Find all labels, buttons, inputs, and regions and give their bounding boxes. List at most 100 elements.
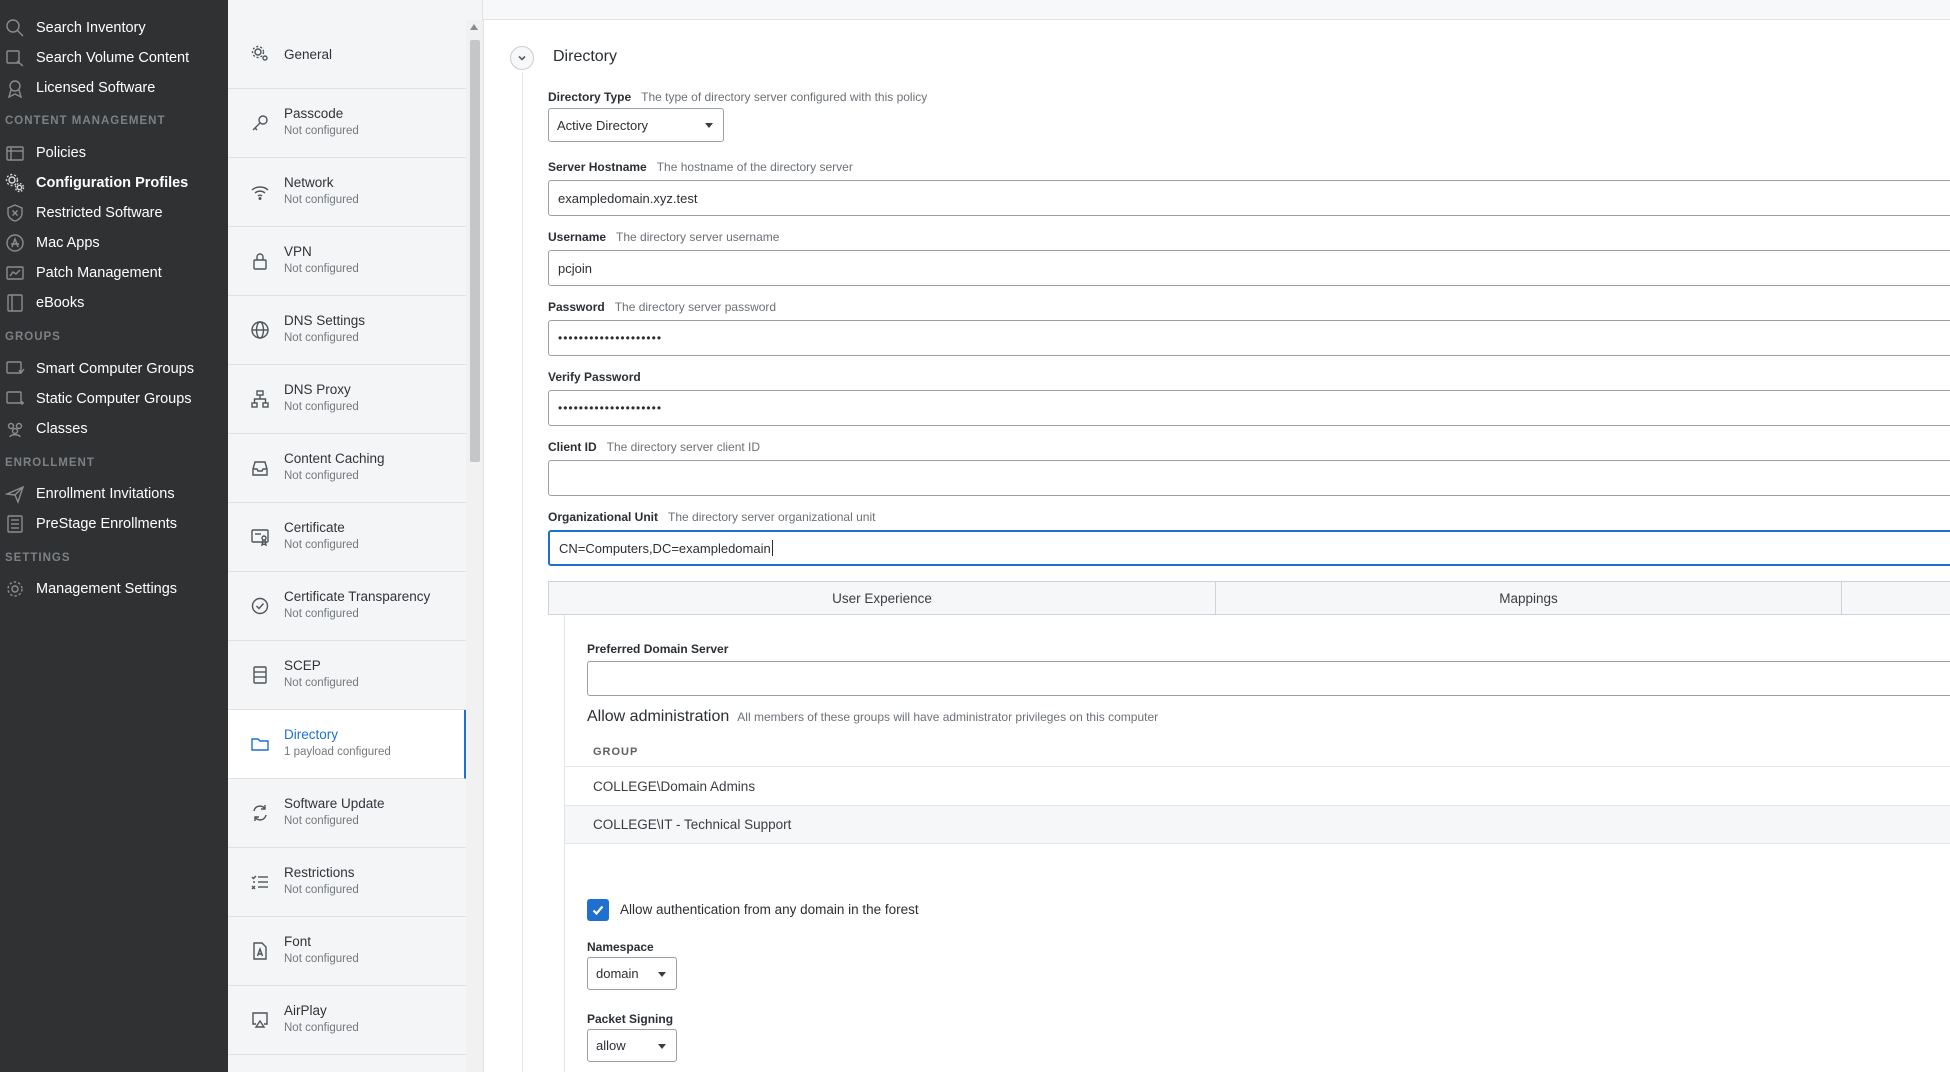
username-value: pcjoin (558, 260, 592, 276)
payload-scep[interactable]: SCEP Not configured (228, 641, 466, 710)
main-navigation: Search Inventory Search Volume Content L… (0, 0, 228, 1072)
tab-mappings[interactable]: Mappings (1216, 582, 1842, 614)
text-caret (771, 540, 773, 556)
directory-type-value: Active Directory (557, 117, 649, 133)
payload-certificate-transparency[interactable]: Certificate Transparency Not configured (228, 572, 466, 641)
namespace-select[interactable]: domain (587, 957, 677, 990)
payload-status: Not configured (284, 884, 359, 896)
nav-enrollment-invitations[interactable]: Enrollment Invitations (0, 480, 228, 508)
nav-policies[interactable]: Policies (0, 139, 228, 167)
payload-name: VPN (284, 244, 312, 259)
server-hostname-input[interactable]: exampledomain.xyz.test (548, 180, 1950, 216)
nav-label: Licensed Software (36, 80, 156, 96)
payload-name: AirPlay (284, 1003, 327, 1018)
nav-static-computer-groups[interactable]: Static Computer Groups (0, 385, 228, 413)
group-name: COLLEGE\Domain Admins (593, 778, 756, 794)
payload-name: DNS Settings (284, 313, 366, 328)
password-input[interactable]: •••••••••••••••••••• (548, 320, 1950, 356)
app-store-icon (4, 232, 26, 254)
payload-network[interactable]: Network Not configured (228, 158, 466, 227)
payload-status: Not configured (284, 263, 359, 275)
payload-dns-settings[interactable]: DNS Settings Not configured (228, 296, 466, 365)
payload-restrictions[interactable]: Restrictions Not configured (228, 848, 466, 917)
scrollbar-thumb[interactable] (470, 40, 480, 462)
tab-user-experience[interactable]: User Experience (549, 582, 1216, 614)
payload-name: Certificate (284, 520, 345, 535)
payload-vpn[interactable]: VPN Not configured (228, 227, 466, 296)
organizational-unit-input[interactable]: CN=Computers,DC=exampledomain (548, 530, 1950, 566)
nav-search-inventory[interactable]: Search Inventory (0, 14, 228, 42)
gears-icon (4, 172, 26, 194)
verify-password-value: •••••••••••••••••••• (558, 401, 663, 415)
payload-status: Not configured (284, 1022, 359, 1034)
payload-directory[interactable]: Directory 1 payload configured (228, 710, 466, 779)
scroll-up-arrow[interactable] (470, 24, 478, 30)
nav-prestage-enrollments[interactable]: PreStage Enrollments (0, 510, 228, 538)
username-input[interactable]: pcjoin (548, 250, 1950, 286)
namespace-value: domain (596, 966, 639, 981)
airplay-icon (250, 1010, 270, 1030)
nav-label: Policies (36, 145, 86, 161)
nav-label: Mac Apps (36, 235, 100, 251)
payload-status: Not configured (284, 815, 359, 827)
packet-signing-select[interactable]: allow (587, 1029, 677, 1062)
nav-classes[interactable]: Classes (0, 415, 228, 443)
client-id-input[interactable] (548, 460, 1950, 496)
payload-name: General (284, 47, 333, 62)
checkmark-icon (592, 905, 604, 916)
payload-content-caching[interactable]: Content Caching Not configured (228, 434, 466, 503)
globe-icon (250, 320, 270, 340)
classes-icon (4, 418, 26, 440)
directory-tabs: User Experience Mappings (548, 581, 1950, 615)
payload-airplay[interactable]: AirPlay Not configured (228, 986, 466, 1055)
license-icon (4, 77, 26, 99)
preferred-domain-server-input[interactable] (587, 661, 1950, 696)
section-divider (522, 72, 523, 1072)
payload-font[interactable]: Font Not configured (228, 917, 466, 986)
allow-forest-auth-checkbox[interactable] (587, 899, 609, 921)
directory-type-select[interactable]: Active Directory (548, 108, 724, 142)
allow-forest-auth-label: Allow authentication from any domain in … (620, 902, 919, 917)
top-tab-strip (228, 0, 1950, 20)
payload-list-scrollbar[interactable] (466, 20, 483, 1072)
smart-group-icon (4, 358, 26, 380)
payload-status: Not configured (284, 953, 359, 965)
section-title: Directory (553, 48, 618, 65)
nav-patch-management[interactable]: Patch Management (0, 259, 228, 287)
nav-ebooks[interactable]: eBooks (0, 289, 228, 317)
nav-label: Configuration Profiles (36, 175, 189, 191)
font-icon (250, 941, 270, 961)
preferred-domain-server-label: Preferred Domain Server (587, 642, 729, 656)
payload-certificate[interactable]: Certificate Not configured (228, 503, 466, 572)
payload-dns-proxy[interactable]: DNS Proxy Not configured (228, 365, 466, 434)
list-icon (4, 513, 26, 535)
nav-search-volume-content[interactable]: Search Volume Content (0, 44, 228, 72)
payload-list: General Passcode Not configured Network … (228, 20, 466, 1055)
nav-label: Restricted Software (36, 205, 163, 221)
table-row[interactable]: COLLEGE\IT - Technical Support (565, 805, 1950, 844)
nav-configuration-profiles[interactable]: Configuration Profiles (0, 169, 228, 197)
nav-section-content-management: CONTENT MANAGEMENT (5, 115, 166, 127)
certificate-icon (250, 527, 270, 547)
nav-label: Smart Computer Groups (36, 361, 194, 377)
nav-label: Enrollment Invitations (36, 486, 175, 502)
nav-management-settings[interactable]: Management Settings (0, 575, 228, 603)
nav-label: Classes (36, 421, 88, 437)
payload-general[interactable]: General (228, 20, 466, 89)
payload-passcode[interactable]: Passcode Not configured (228, 89, 466, 158)
nav-restricted-software[interactable]: Restricted Software (0, 199, 228, 227)
search-volume-icon (4, 47, 26, 69)
allow-administration-heading: Allow administration All members of these… (587, 708, 1159, 725)
collapse-section-button[interactable] (510, 46, 534, 70)
directory-type-label: Directory Type The type of directory serv… (548, 90, 928, 104)
payload-software-update[interactable]: Software Update Not configured (228, 779, 466, 848)
server-hostname-label: Server Hostname The hostname of the direc… (548, 160, 853, 174)
nav-licensed-software[interactable]: Licensed Software (0, 74, 228, 102)
table-row[interactable]: COLLEGE\Domain Admins (565, 766, 1950, 805)
username-label: Username The directory server username (548, 230, 780, 244)
verify-password-input[interactable]: •••••••••••••••••••• (548, 390, 1950, 426)
payload-status: 1 payload configured (284, 746, 391, 758)
nav-mac-apps[interactable]: Mac Apps (0, 229, 228, 257)
payload-status: Not configured (284, 332, 359, 344)
nav-smart-computer-groups[interactable]: Smart Computer Groups (0, 355, 228, 383)
